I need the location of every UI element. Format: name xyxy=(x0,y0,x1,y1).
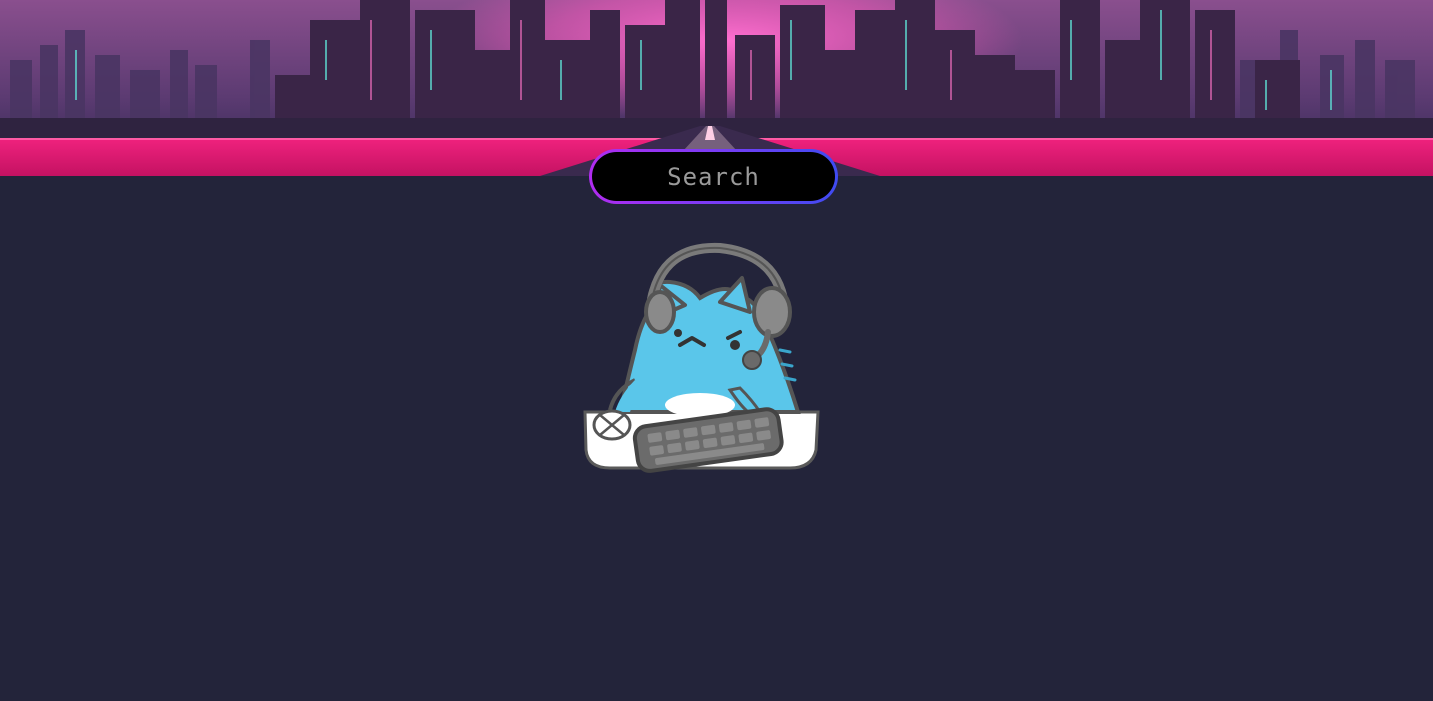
new-tab-page xyxy=(0,0,1433,701)
gamer-cat-mascot-icon xyxy=(580,240,825,475)
search-box-border xyxy=(589,149,838,204)
search-input[interactable] xyxy=(592,152,835,201)
